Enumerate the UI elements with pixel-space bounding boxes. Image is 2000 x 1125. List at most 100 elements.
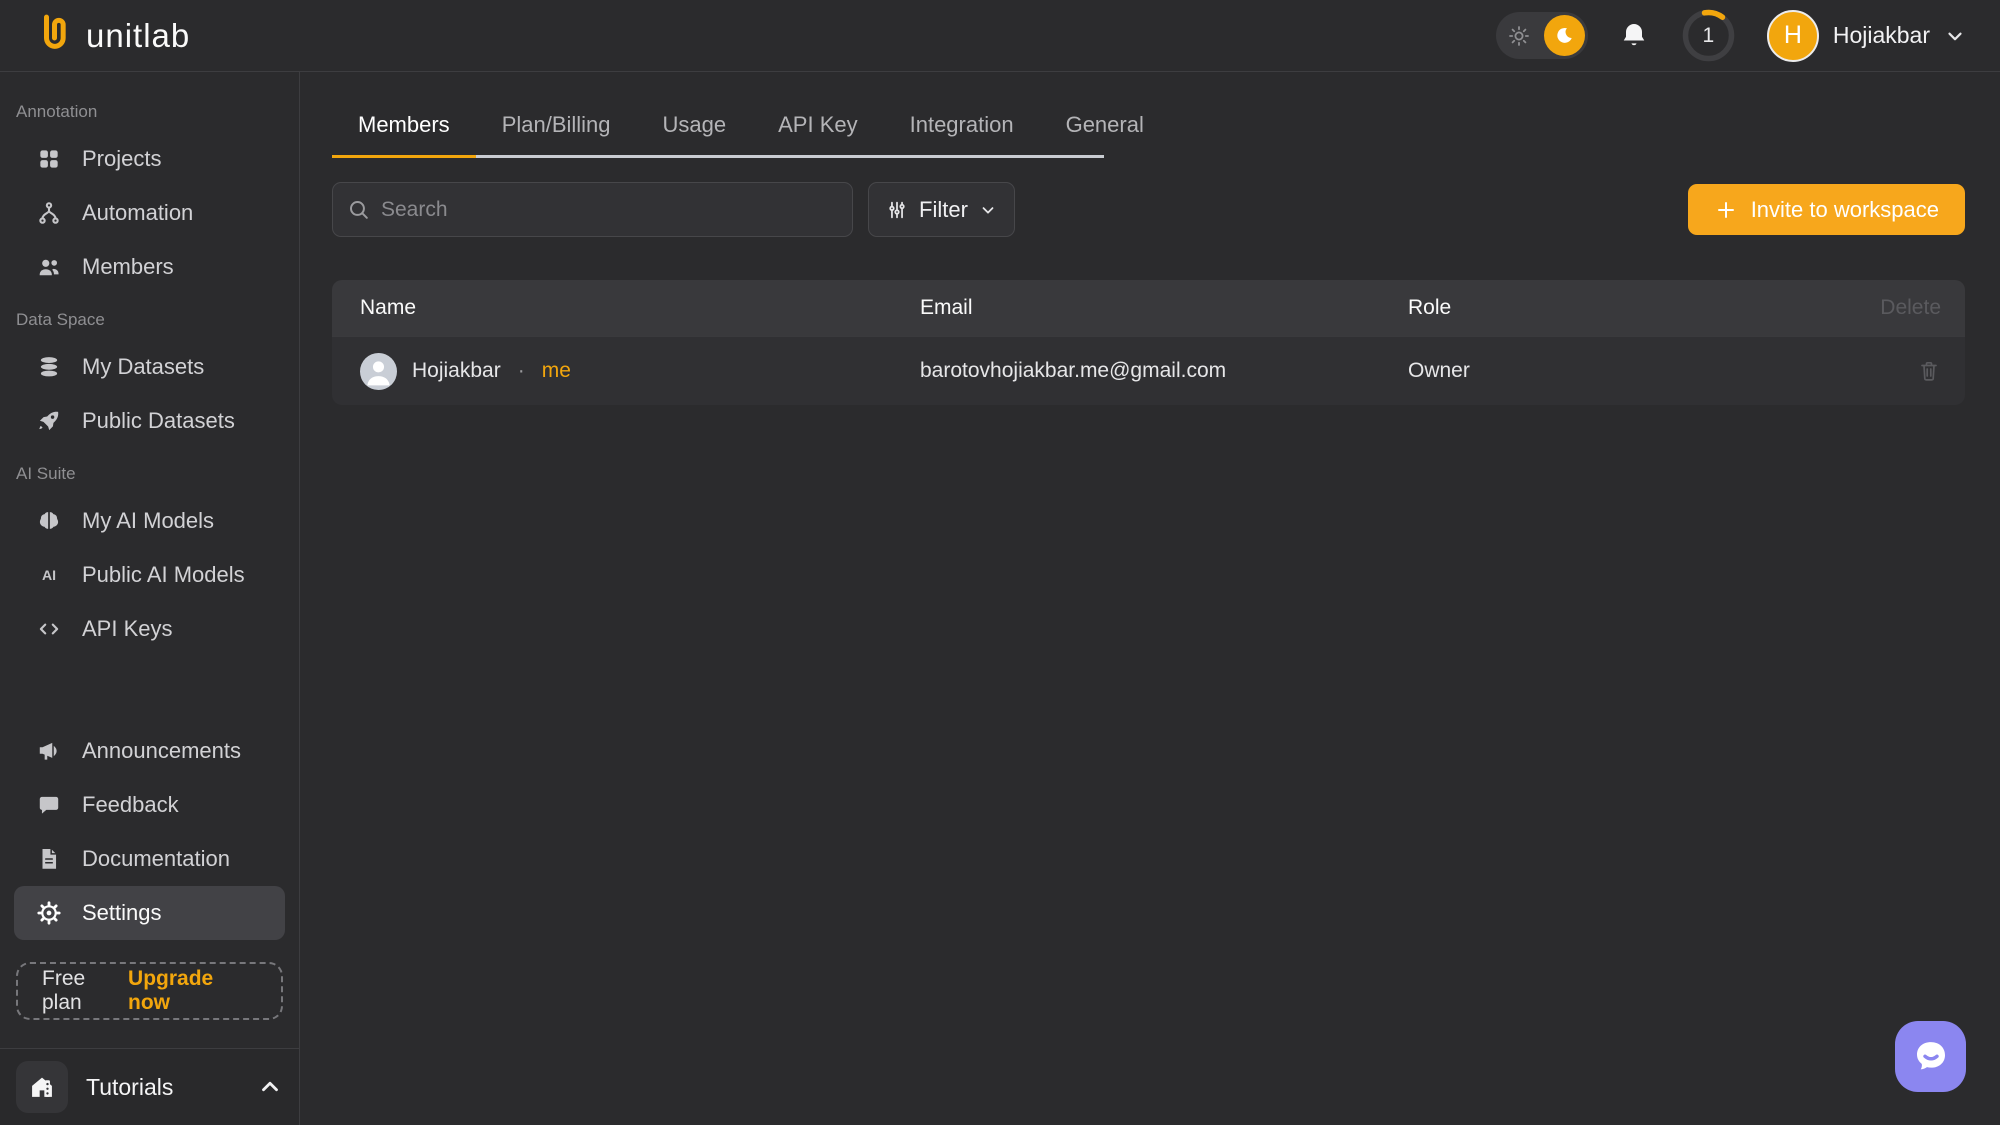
sun-icon[interactable] <box>1499 24 1539 48</box>
sidebar-item-label: Public AI Models <box>82 562 245 588</box>
section-label-annotation: Annotation <box>16 102 299 122</box>
tab-usage[interactable]: Usage <box>637 96 753 158</box>
sliders-icon <box>886 199 908 221</box>
notification-count: 1 <box>1680 7 1737 64</box>
tutorials-icon <box>16 1061 68 1113</box>
sidebar-item-feedback[interactable]: Feedback <box>0 778 285 832</box>
sidebar-item-announcements[interactable]: Announcements <box>0 724 285 778</box>
chat-bubble-icon <box>1910 1036 1952 1078</box>
member-email: barotovhojiakbar.me@gmail.com <box>920 359 1408 383</box>
document-icon <box>36 846 62 872</box>
user-name: Hojiakbar <box>1833 22 1930 49</box>
member-name-cell: Hojiakbar · me <box>360 353 920 390</box>
sidebar-item-label: My AI Models <box>82 508 214 534</box>
megaphone-icon <box>36 738 62 764</box>
table-body: Hojiakbar · me barotovhojiakbar.me@gmail.co… <box>332 336 1965 405</box>
column-header-email: Email <box>920 296 1408 320</box>
plus-icon <box>1714 198 1738 222</box>
sidebar-item-api-keys[interactable]: API Keys <box>0 602 285 656</box>
sidebar-sections: Annotation Projects Automation Members Data … <box>0 86 299 656</box>
members-table: NameEmailRoleDelete Hojiakbar · me barotovh… <box>332 280 1965 405</box>
chat-widget-button[interactable] <box>1895 1021 1966 1092</box>
branch-icon <box>36 200 62 226</box>
sidebar-item-label: API Keys <box>82 616 172 642</box>
sidebar-item-label: Feedback <box>82 792 179 818</box>
upgrade-now-link[interactable]: Upgrade now <box>128 967 257 1015</box>
logo-text: unitlab <box>86 17 190 55</box>
sidebar-item-public-ai-models[interactable]: AI Public AI Models <box>0 548 285 602</box>
table-header-row: NameEmailRoleDelete <box>332 280 1965 336</box>
theme-toggle[interactable] <box>1496 12 1588 59</box>
sidebar-item-documentation[interactable]: Documentation <box>0 832 285 886</box>
column-header-delete: Delete <box>1821 296 1941 320</box>
column-header-role: Role <box>1408 296 1821 320</box>
sidebar-item-automation[interactable]: Automation <box>0 186 285 240</box>
member-role: Owner <box>1408 359 1821 383</box>
plan-label: Free plan <box>42 967 128 1015</box>
chevron-up-icon[interactable] <box>257 1074 283 1100</box>
invite-label: Invite to workspace <box>1751 197 1939 223</box>
sidebar-item-members[interactable]: Members <box>0 240 285 294</box>
sidebar-item-label: My Datasets <box>82 354 204 380</box>
settings-tabs: MembersPlan/BillingUsageAPI KeyIntegrati… <box>332 96 1104 158</box>
sidebar-item-my-datasets[interactable]: My Datasets <box>0 340 285 394</box>
tutorials-bar[interactable]: Tutorials <box>0 1048 299 1125</box>
database-icon <box>36 354 62 380</box>
sidebar-footer-items: Announcements Feedback Documentation Settin… <box>0 724 299 940</box>
sidebar-item-projects[interactable]: Projects <box>0 132 285 186</box>
svg-text:AI: AI <box>42 567 56 583</box>
table-row: Hojiakbar · me barotovhojiakbar.me@gmail.co… <box>332 336 1965 405</box>
search-icon <box>346 197 371 227</box>
sidebar-item-label: Projects <box>82 146 161 172</box>
search-box <box>332 182 853 237</box>
top-bar: unitlab <box>0 0 2000 72</box>
section-label-data-space: Data Space <box>16 310 299 330</box>
user-menu[interactable]: H Hojiakbar <box>1767 10 1966 62</box>
tab-members[interactable]: Members <box>332 96 476 158</box>
tab-plan-billing[interactable]: Plan/Billing <box>476 96 637 158</box>
ai-icon: AI <box>36 562 62 588</box>
code-icon <box>36 616 62 642</box>
sidebar-spacer <box>0 656 299 724</box>
controls-row: Filter Invite to workspace <box>332 182 1965 237</box>
sidebar-item-label: Automation <box>82 200 193 226</box>
sidebar-item-label: Members <box>82 254 174 280</box>
tutorials-label: Tutorials <box>86 1074 173 1101</box>
sidebar: Annotation Projects Automation Members Data … <box>0 72 300 1125</box>
sidebar-item-public-datasets[interactable]: Public Datasets <box>0 394 285 448</box>
search-input[interactable] <box>332 182 853 237</box>
person-icon <box>360 353 397 390</box>
filter-button[interactable]: Filter <box>868 182 1015 237</box>
brain-icon <box>36 508 62 534</box>
sidebar-item-label: Announcements <box>82 738 241 764</box>
logo[interactable]: unitlab <box>34 11 190 60</box>
tab-general[interactable]: General <box>1040 96 1170 158</box>
name-separator: · <box>518 359 525 383</box>
notification-progress-ring[interactable]: 1 <box>1680 7 1737 64</box>
feedback-icon <box>36 792 62 818</box>
column-header-name: Name <box>360 296 920 320</box>
paperclip-u-icon <box>34 11 74 60</box>
sidebar-item-my-ai-models[interactable]: My AI Models <box>0 494 285 548</box>
sidebar-item-label: Settings <box>82 900 162 926</box>
chevron-down-icon[interactable] <box>1944 25 1966 47</box>
member-name: Hojiakbar <box>412 359 501 383</box>
sidebar-item-label: Documentation <box>82 846 230 872</box>
grid-icon <box>36 146 62 172</box>
tab-integration[interactable]: Integration <box>884 96 1040 158</box>
gear-icon <box>36 900 62 926</box>
delete-cell <box>1821 359 1941 383</box>
section-label-ai-suite: AI Suite <box>16 464 299 484</box>
bell-icon[interactable] <box>1618 20 1650 52</box>
people-icon <box>36 254 62 280</box>
sidebar-item-label: Public Datasets <box>82 408 235 434</box>
invite-to-workspace-button[interactable]: Invite to workspace <box>1688 184 1965 235</box>
avatar[interactable]: H <box>1767 10 1819 62</box>
trash-icon[interactable] <box>1917 359 1941 383</box>
moon-icon[interactable] <box>1544 15 1585 56</box>
sidebar-item-settings[interactable]: Settings <box>14 886 285 940</box>
me-tag: me <box>542 359 571 383</box>
rocket-icon <box>36 408 62 434</box>
tab-api-key[interactable]: API Key <box>752 96 883 158</box>
plan-box: Free plan Upgrade now <box>16 962 283 1020</box>
